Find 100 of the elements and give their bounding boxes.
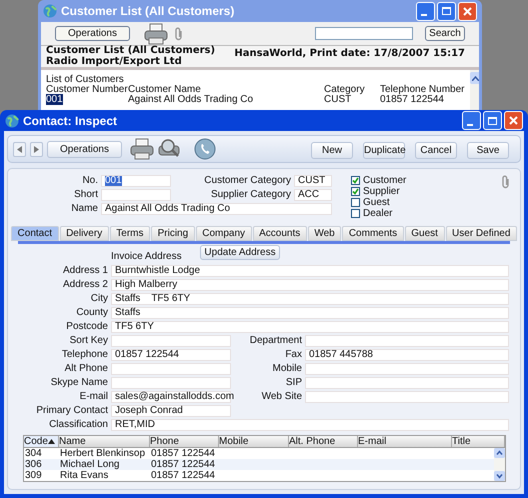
table-cell: 01857 122544: [151, 448, 215, 459]
maximize-button[interactable]: [483, 111, 502, 130]
text-field[interactable]: [111, 377, 231, 389]
tab[interactable]: Terms: [110, 226, 150, 241]
field-label: Telephone: [60, 349, 109, 361]
text-field[interactable]: [111, 335, 231, 347]
column-header[interactable]: E-mail: [358, 436, 452, 447]
text-field[interactable]: [305, 377, 509, 389]
field-label: Sort Key: [68, 335, 109, 347]
print-icon[interactable]: [144, 22, 168, 44]
print-info: HansaWorld, Print date: 17/8/2007 15:17: [234, 47, 465, 61]
tab[interactable]: Comments: [342, 226, 404, 241]
column-header[interactable]: Title: [452, 436, 505, 447]
text-field[interactable]: High Malberry: [111, 279, 509, 291]
operations-button[interactable]: Operations: [47, 140, 122, 158]
text-field[interactable]: Joseph Conrad: [111, 405, 231, 417]
text-field[interactable]: 01857 122544: [111, 349, 231, 361]
checkbox[interactable]: [351, 209, 360, 218]
minimize-button[interactable]: [416, 2, 435, 20]
list-heading: List of Customers: [46, 75, 124, 85]
report-title: Customer List (All Customers): [46, 46, 216, 56]
text-field[interactable]: 001: [101, 175, 171, 187]
minimize-button[interactable]: [462, 111, 481, 130]
toolbar-button[interactable]: Save: [467, 142, 509, 159]
column-heading: Category: [324, 84, 365, 95]
tab[interactable]: Guest: [404, 226, 444, 241]
toolbar-button[interactable]: Duplicate: [363, 142, 405, 159]
paperclip-icon[interactable]: [174, 26, 184, 40]
right-arrow-icon: [34, 146, 39, 152]
tab[interactable]: Pricing: [151, 226, 195, 241]
text-field[interactable]: CUST: [294, 175, 332, 187]
close-button[interactable]: [504, 111, 523, 130]
previous-button[interactable]: [13, 142, 26, 156]
window-title: Customer List (All Customers): [61, 3, 234, 20]
column-header[interactable]: Phone: [150, 436, 219, 447]
tab[interactable]: Accounts: [252, 226, 307, 241]
column-header[interactable]: Code: [24, 436, 59, 447]
scroll-down-icon[interactable]: [494, 471, 505, 481]
table-cell: Michael Long: [60, 459, 120, 470]
tab[interactable]: Contact: [11, 226, 59, 241]
text-field[interactable]: Staffs: [111, 307, 509, 319]
table-cell: Herbert Blenkinsop: [60, 448, 146, 459]
paperclip-icon[interactable]: [501, 175, 511, 189]
checkbox-label: Guest: [363, 197, 390, 208]
table-cell: 304: [25, 448, 42, 459]
scrollbar[interactable]: [470, 70, 479, 110]
scroll-up-icon[interactable]: [494, 448, 505, 458]
field-label: Name: [70, 203, 99, 215]
field-label: Short: [73, 189, 99, 201]
section-label: Invoice Address: [111, 251, 183, 263]
sort-arrow-icon: [48, 439, 55, 444]
text-field[interactable]: [101, 189, 171, 201]
tab[interactable]: Company: [196, 226, 252, 241]
tab[interactable]: Web: [308, 226, 342, 241]
update-address-button[interactable]: Update Address: [200, 245, 280, 260]
text-field[interactable]: Against All Odds Trading Co: [101, 203, 332, 215]
field-label: Address 1: [62, 265, 109, 277]
text-field[interactable]: RET,MID: [111, 419, 509, 431]
text-field[interactable]: [305, 391, 509, 403]
table-cell: 309: [25, 470, 42, 481]
field-label: Primary Contact: [35, 405, 109, 417]
maximize-button[interactable]: [437, 2, 456, 20]
next-button[interactable]: [30, 142, 43, 156]
text-field[interactable]: sales@againstallodds.com: [111, 391, 231, 403]
field-label: City: [90, 293, 109, 305]
text-field[interactable]: [111, 363, 231, 375]
text-field[interactable]: Staffs TF5 6TY: [111, 293, 509, 305]
checkbox[interactable]: [351, 187, 360, 196]
text-field[interactable]: ACC: [294, 189, 332, 201]
column-header[interactable]: Alt. Phone: [289, 436, 358, 447]
text-field[interactable]: Burntwhistle Lodge: [111, 265, 509, 277]
text-field[interactable]: 01857 445788: [305, 349, 509, 361]
field-label: Classification: [48, 419, 109, 431]
toolbar-button[interactable]: Cancel: [415, 142, 457, 159]
column-header[interactable]: Mobile: [219, 436, 289, 447]
window-title: Contact: Inspect: [23, 112, 118, 130]
checkbox-label: Dealer: [363, 208, 392, 219]
field-label: Postcode: [65, 321, 109, 333]
field-label: Customer Category: [203, 175, 292, 187]
checkbox[interactable]: [351, 176, 360, 185]
close-icon: [509, 116, 518, 125]
text-field[interactable]: [305, 363, 509, 375]
field-label: County: [75, 307, 109, 319]
checkbox[interactable]: [351, 198, 360, 207]
scroll-up-icon[interactable]: [472, 76, 479, 80]
search-field[interactable]: [315, 27, 413, 40]
operations-button[interactable]: Operations: [55, 26, 130, 41]
close-button[interactable]: [458, 2, 477, 20]
checkbox-label: Supplier: [363, 186, 400, 197]
tab[interactable]: Delivery: [60, 226, 109, 241]
phone-icon[interactable]: [194, 138, 216, 160]
print-icon[interactable]: [130, 138, 154, 160]
toolbar-button[interactable]: New: [311, 142, 353, 159]
search-button[interactable]: Search: [425, 26, 465, 41]
tab[interactable]: User Defined: [446, 226, 517, 241]
column-header[interactable]: Name: [59, 436, 150, 447]
table-cell: 306: [25, 459, 42, 470]
text-field[interactable]: [305, 335, 509, 347]
text-field[interactable]: TF5 6TY: [111, 321, 509, 333]
scrollbar[interactable]: [494, 448, 505, 481]
